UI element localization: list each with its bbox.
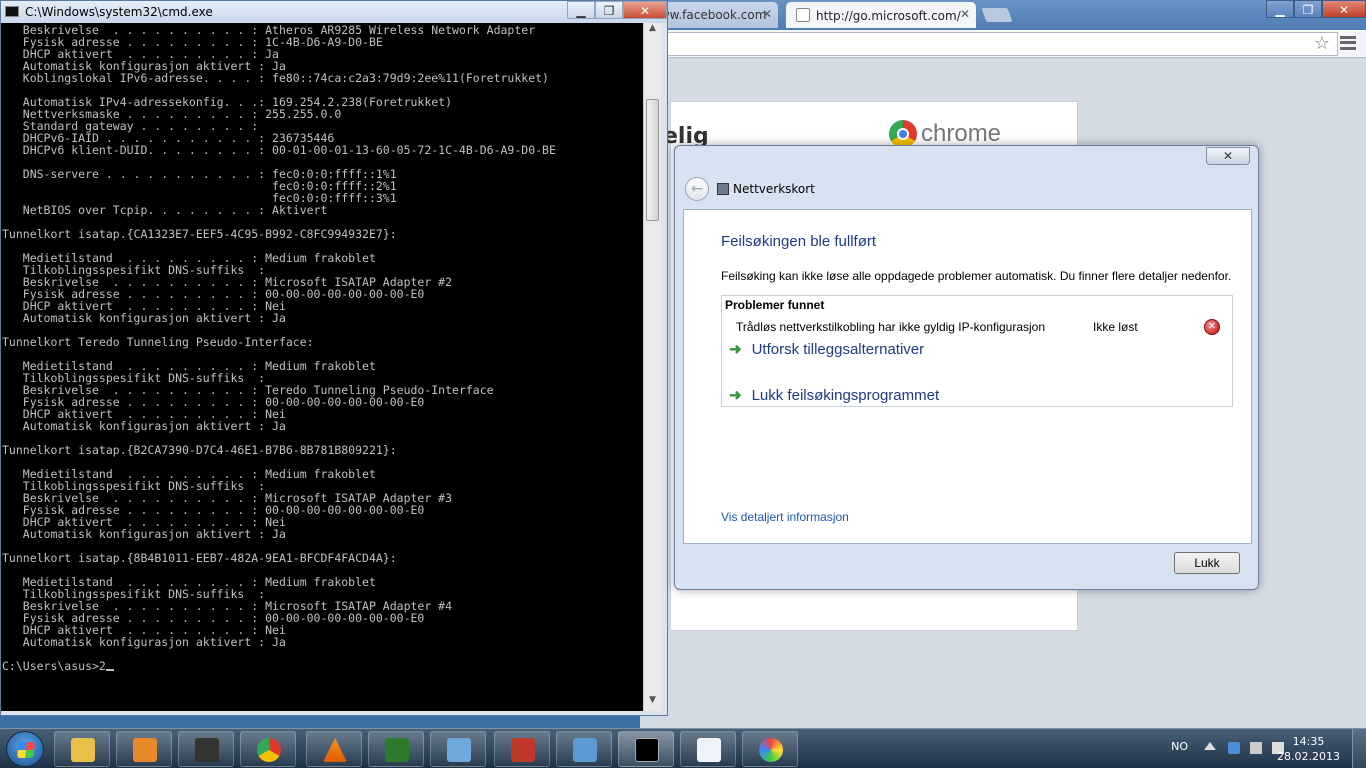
show-desktop-button[interactable] bbox=[1352, 729, 1366, 768]
dialog-close-icon[interactable]: ✕ bbox=[1206, 147, 1250, 165]
webcam-icon bbox=[195, 738, 219, 762]
console-output[interactable]: Beskrivelse . . . . . . . . . . : Athero… bbox=[1, 23, 643, 711]
tab-close-icon[interactable]: ✕ bbox=[762, 7, 772, 21]
chrome-window-controls: ▁ ❐ ✕ bbox=[1266, 0, 1366, 20]
dialog-panel: Feilsøkingen ble fullført Feilsøking kan… bbox=[683, 209, 1252, 544]
media-player-taskbar-button[interactable] bbox=[116, 731, 172, 767]
vlc-taskbar-button[interactable] bbox=[306, 731, 362, 767]
scroll-up-icon[interactable]: ▲ bbox=[644, 23, 661, 39]
chrome-toolbar: ☆ bbox=[640, 30, 1366, 58]
chrome-taskbar-button[interactable] bbox=[240, 731, 296, 767]
maximize-icon[interactable]: ❐ bbox=[595, 1, 623, 19]
chrome-tabstrip: www.facebook.com ✕ http://go.microsoft.c… bbox=[640, 0, 1366, 30]
cmd-title: C:\Windows\system32\cmd.exe bbox=[25, 5, 213, 19]
network-adapter-icon bbox=[573, 738, 597, 762]
network-adapter-taskbar-button[interactable] bbox=[556, 731, 612, 767]
scroll-down-icon[interactable]: ▼ bbox=[644, 695, 661, 711]
problems-header: Problemer funnet bbox=[725, 298, 825, 312]
breadcrumb: Nettverkskort bbox=[717, 182, 815, 196]
document-taskbar-button[interactable] bbox=[680, 731, 736, 767]
cmd-icon bbox=[635, 738, 659, 762]
chrome-logo-icon bbox=[889, 120, 917, 148]
option-label: Utforsk tilleggsalternativer bbox=[751, 341, 925, 358]
chrome-logo: chrome bbox=[889, 120, 1001, 148]
show-hidden-icons-icon[interactable] bbox=[1204, 742, 1216, 750]
network-status-icon[interactable] bbox=[1250, 742, 1262, 754]
network-adapter-icon bbox=[717, 183, 729, 195]
new-tab-button[interactable] bbox=[981, 8, 1013, 22]
scroll-thumb[interactable] bbox=[646, 99, 659, 221]
clock-date: 28.02.2013 bbox=[1277, 750, 1340, 763]
paint-taskbar-button[interactable] bbox=[742, 731, 798, 767]
error-icon: ✕ bbox=[1204, 319, 1220, 335]
console-cursor bbox=[105, 660, 114, 671]
maximize-icon[interactable]: ❐ bbox=[1294, 0, 1322, 18]
tab-label: http://go.microsoft.com/ bbox=[816, 9, 961, 23]
chrome-icon bbox=[257, 738, 281, 762]
option-label: Lukk feilsøkingsprogrammet bbox=[751, 387, 940, 404]
language-indicator[interactable]: NO bbox=[1171, 740, 1188, 753]
network-tool-taskbar-button[interactable] bbox=[368, 731, 424, 767]
cmd-taskbar-button[interactable] bbox=[618, 731, 674, 767]
webcam-taskbar-button[interactable] bbox=[178, 731, 234, 767]
breadcrumb-label: Nettverkskort bbox=[733, 182, 815, 196]
green-arrow-icon: ➜ bbox=[729, 341, 742, 358]
vlc-icon bbox=[323, 738, 347, 762]
network-card-icon bbox=[385, 738, 409, 762]
cmd-window: C:\Windows\system32\cmd.exe ▁ ❐ ✕ Beskri… bbox=[0, 0, 668, 716]
dialog-title: Feilsøkingen ble fullført bbox=[721, 233, 877, 250]
cmd-titlebar[interactable]: C:\Windows\system32\cmd.exe ▁ ❐ ✕ bbox=[1, 1, 667, 23]
start-button[interactable] bbox=[6, 731, 44, 767]
green-arrow-icon: ➜ bbox=[729, 387, 742, 404]
address-bar[interactable] bbox=[648, 32, 1338, 56]
chrome-tab-microsoft[interactable]: http://go.microsoft.com/ ✕ bbox=[786, 2, 976, 28]
troubleshooter-dialog: ✕ ← Nettverkskort Feilsøkingen ble fullf… bbox=[674, 145, 1259, 590]
chrome-logo-text: chrome bbox=[921, 120, 1002, 147]
taskbar: NO 14:35 28.02.2013 bbox=[0, 728, 1366, 768]
control-panel-taskbar-button[interactable] bbox=[430, 731, 486, 767]
clock[interactable]: 14:35 28.02.2013 bbox=[1277, 734, 1340, 764]
chrome-menu-icon[interactable] bbox=[1340, 36, 1356, 50]
close-troubleshooter-link[interactable]: ➜ Lukk feilsøkingsprogrammet bbox=[729, 386, 939, 404]
bookmark-star-icon[interactable]: ☆ bbox=[1314, 33, 1330, 54]
document-icon bbox=[697, 738, 721, 762]
dialog-description: Feilsøking kan ikke løse alle oppdagede … bbox=[721, 269, 1232, 283]
clock-time: 14:35 bbox=[1292, 735, 1325, 748]
bluetooth-icon[interactable] bbox=[1228, 742, 1240, 754]
problem-text: Trådløs nettverkstilkobling har ikke gyl… bbox=[736, 320, 1046, 334]
paint-palette-icon bbox=[759, 738, 783, 762]
page-favicon-icon bbox=[796, 8, 810, 22]
explore-options-link[interactable]: ➜ Utforsk tilleggsalternativer bbox=[729, 340, 924, 358]
close-icon[interactable]: ✕ bbox=[1322, 0, 1366, 18]
minimize-icon[interactable]: ▁ bbox=[567, 1, 595, 19]
console-text: Beskrivelse . . . . . . . . . . : Athero… bbox=[2, 23, 556, 673]
console-scrollbar[interactable]: ▲ ▼ bbox=[643, 23, 661, 711]
close-button[interactable]: Lukk bbox=[1174, 552, 1240, 574]
minimize-icon[interactable]: ▁ bbox=[1266, 0, 1294, 18]
folder-icon bbox=[71, 738, 95, 762]
details-link[interactable]: Vis detaljert informasjon bbox=[721, 510, 849, 524]
close-icon[interactable]: ✕ bbox=[623, 1, 667, 19]
tab-close-icon[interactable]: ✕ bbox=[960, 7, 970, 21]
explorer-taskbar-button[interactable] bbox=[54, 731, 110, 767]
back-arrow-icon[interactable]: ← bbox=[685, 177, 709, 201]
media-player-icon bbox=[133, 738, 157, 762]
control-panel-icon bbox=[447, 738, 471, 762]
cmd-icon bbox=[5, 6, 19, 17]
toolbox-taskbar-button[interactable] bbox=[494, 731, 550, 767]
cmd-window-controls: ▁ ❐ ✕ bbox=[567, 1, 667, 21]
toolbox-icon bbox=[511, 738, 535, 762]
system-tray: NO 14:35 28.02.2013 bbox=[1166, 729, 1366, 768]
problem-status: Ikke løst bbox=[1093, 320, 1138, 334]
